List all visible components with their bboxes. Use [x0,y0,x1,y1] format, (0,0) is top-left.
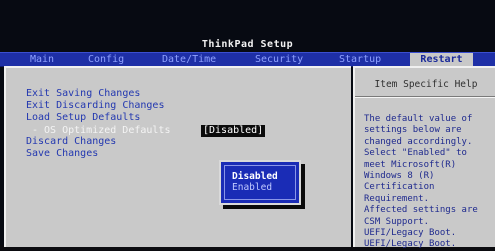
option-load-setup-defaults[interactable]: Load Setup Defaults [26,112,140,124]
setup-title: ThinkPad Setup [201,39,294,50]
popup-option-enabled[interactable]: Enabled [232,182,272,193]
help-text: The default value of settings below are … [364,114,478,250]
main-panel: Exit Saving Changes Exit Discarding Chan… [4,66,351,247]
menu-bar: Main Config Date/Time Security Startup R… [0,52,495,67]
option-exit-discarding-changes[interactable]: Exit Discarding Changes [26,100,164,112]
tab-startup[interactable]: Startup [339,53,381,66]
os-optimized-defaults-value[interactable]: [Disabled] [201,125,266,137]
popup-frame: Disabled Enabled [224,165,296,200]
value-select-popup: Disabled Enabled [219,160,301,205]
option-exit-saving-changes[interactable]: Exit Saving Changes [26,88,140,100]
option-save-changes[interactable]: Save Changes [26,148,98,160]
help-header: Item Specific Help [374,79,478,90]
item-specific-help-panel: Item Specific Help The default value of … [353,66,495,249]
help-divider [355,96,495,98]
bios-screen: ThinkPad Setup Main Config Date/Time Sec… [0,0,495,249]
tab-restart[interactable]: Restart [410,53,473,66]
tab-config[interactable]: Config [88,53,124,66]
option-discard-changes[interactable]: Discard Changes [26,136,116,148]
popup-option-disabled[interactable]: Disabled [232,171,278,182]
tab-date-time[interactable]: Date/Time [162,53,216,66]
tab-main[interactable]: Main [30,53,54,66]
tab-security[interactable]: Security [255,53,303,66]
